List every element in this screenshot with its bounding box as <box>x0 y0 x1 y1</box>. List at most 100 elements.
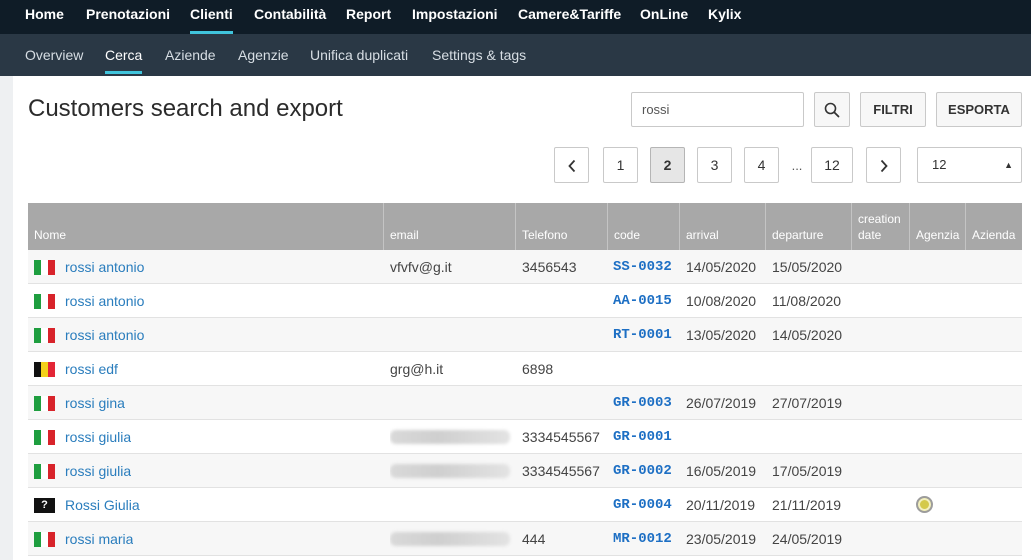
email-cell <box>390 386 515 419</box>
phone-cell: 3334545567 <box>522 429 600 445</box>
booking-code-link[interactable]: AA-0015 <box>613 284 672 317</box>
column-header-creation-date[interactable]: creation date <box>851 203 909 250</box>
chevron-left-icon <box>567 159 575 173</box>
email-cell: vfvfv@g.it <box>390 259 452 275</box>
departure-cell: 17/05/2019 <box>772 463 843 479</box>
column-header-agenzia[interactable]: Agenzia <box>909 203 965 250</box>
redacted-email <box>390 463 510 478</box>
agency-status-icon[interactable] <box>916 496 933 513</box>
italy-flag-icon <box>34 396 55 411</box>
page-button-4[interactable]: 4 <box>744 147 779 183</box>
italy-flag-icon <box>34 464 55 479</box>
redacted-email <box>390 429 510 444</box>
top-navigation: Home Prenotazioni Clienti Contabilità Report… <box>0 0 1031 34</box>
phone-cell: 3334545567 <box>522 463 600 479</box>
column-header-azienda[interactable]: Azienda <box>965 203 1022 250</box>
column-header-label: Azienda <box>972 228 1016 242</box>
phone-cell: 3456543 <box>522 259 577 275</box>
page-button-last[interactable]: 12 <box>811 147 853 183</box>
subnav-item-settings-tags[interactable]: Settings & tags <box>432 34 526 74</box>
next-page-button[interactable] <box>866 147 901 183</box>
table-row[interactable]: rossi maria 444 MR-0012 23/05/2019 24/05/201… <box>28 522 1022 556</box>
column-header-label: Telefono <box>522 228 568 242</box>
topnav-item-prenotazioni[interactable]: Prenotazioni <box>86 0 170 34</box>
booking-code-link[interactable]: GR-0004 <box>613 488 672 521</box>
table-row[interactable]: rossi antonio vfvfv@g.it 3456543 SS-0032 14/… <box>28 250 1022 284</box>
subnav-item-aziende[interactable]: Aziende <box>165 34 216 74</box>
table-row[interactable]: rossi edf grg@h.it 6898 <box>28 352 1022 386</box>
topnav-item-online[interactable]: OnLine <box>640 0 688 34</box>
page-button-2[interactable]: 2 <box>650 147 685 183</box>
column-header-label: Nome <box>34 228 67 242</box>
customer-name-link[interactable]: rossi maria <box>65 522 133 555</box>
prev-page-button[interactable] <box>554 147 589 183</box>
search-input[interactable] <box>631 92 804 127</box>
customer-name-link[interactable]: Rossi Giulia <box>65 488 140 521</box>
topnav-item-report[interactable]: Report <box>346 0 391 34</box>
search-icon <box>824 102 840 118</box>
column-header-arrival[interactable]: arrival <box>679 203 765 250</box>
arrival-cell: 10/08/2020 <box>686 293 757 309</box>
sort-caret-icon: ▲ <box>1004 160 1013 170</box>
column-header-telefono[interactable]: Telefono <box>515 203 607 250</box>
table-row[interactable]: rossi giulia 3334545567 GR-0001 <box>28 420 1022 454</box>
topnav-item-home[interactable]: Home <box>25 0 64 34</box>
booking-code-link[interactable]: GR-0001 <box>613 420 672 453</box>
left-gutter <box>0 76 13 560</box>
topnav-item-impostazioni[interactable]: Impostazioni <box>412 0 498 34</box>
table-header: Nome email Telefono code arrival departure cre… <box>28 203 1022 250</box>
subnav-item-agenzie[interactable]: Agenzie <box>238 34 289 74</box>
table-row[interactable]: ? Rossi Giulia GR-0004 20/11/2019 21/11/2019 <box>28 488 1022 522</box>
email-cell: grg@h.it <box>390 361 444 377</box>
column-header-email[interactable]: email <box>383 203 515 250</box>
page-button-3[interactable]: 3 <box>697 147 732 183</box>
per-page-select[interactable]: 12 ▲ <box>917 147 1022 183</box>
booking-code-link[interactable]: SS-0032 <box>613 250 672 283</box>
table-row[interactable]: rossi gina GR-0003 26/07/2019 27/07/2019 <box>28 386 1022 420</box>
booking-code-link[interactable]: GR-0002 <box>613 454 672 487</box>
customer-name-link[interactable]: rossi antonio <box>65 318 144 351</box>
filters-button[interactable]: FILTRI <box>860 92 926 127</box>
export-button[interactable]: ESPORTA <box>936 92 1022 127</box>
table-row[interactable]: rossi giulia 3334545567 GR-0002 16/05/2019 1… <box>28 454 1022 488</box>
page-button-1[interactable]: 1 <box>603 147 638 183</box>
booking-code-link[interactable]: RT-0001 <box>613 318 672 351</box>
topnav-item-kylix[interactable]: Kylix <box>708 0 741 34</box>
subnav-item-cerca[interactable]: Cerca <box>105 34 143 74</box>
customer-name-link[interactable]: rossi antonio <box>65 284 144 317</box>
customer-name-link[interactable]: rossi edf <box>65 352 118 385</box>
customer-name-link[interactable]: rossi antonio <box>65 250 144 283</box>
column-header-code[interactable]: code <box>607 203 679 250</box>
customer-name-link[interactable]: rossi gina <box>65 386 125 419</box>
departure-cell: 21/11/2019 <box>772 497 842 513</box>
column-header-departure[interactable]: departure <box>765 203 851 250</box>
email-cell <box>390 454 515 487</box>
topnav-item-contabilit-[interactable]: Contabilità <box>254 0 326 34</box>
email-cell <box>390 318 515 351</box>
search-button[interactable] <box>814 92 850 127</box>
belgium-flag-icon <box>34 362 55 377</box>
customer-name-link[interactable]: rossi giulia <box>65 454 131 487</box>
departure-cell: 15/05/2020 <box>772 259 843 275</box>
redacted-email <box>390 531 510 546</box>
italy-flag-icon <box>34 294 55 309</box>
pagination-ellipsis: ... <box>791 158 803 173</box>
topnav-item-clienti[interactable]: Clienti <box>190 0 233 34</box>
departure-cell: 11/08/2020 <box>772 293 842 309</box>
column-header-label: creation date <box>858 212 901 242</box>
customer-name-link[interactable]: rossi giulia <box>65 420 131 453</box>
subnav-item-overview[interactable]: Overview <box>25 34 83 74</box>
booking-code-link[interactable]: GR-0003 <box>613 386 672 419</box>
table-row[interactable]: rossi antonio RT-0001 13/05/2020 14/05/2020 <box>28 318 1022 352</box>
booking-code-link[interactable]: MR-0012 <box>613 522 672 555</box>
arrival-cell: 14/05/2020 <box>686 259 757 275</box>
departure-cell: 14/05/2020 <box>772 327 843 343</box>
email-cell <box>390 488 515 521</box>
table-row[interactable]: rossi antonio AA-0015 10/08/2020 11/08/2020 <box>28 284 1022 318</box>
unknown-flag-icon: ? <box>34 498 55 513</box>
topnav-item-camere-tariffe[interactable]: Camere&Tariffe <box>518 0 621 34</box>
column-header-nome[interactable]: Nome <box>28 203 383 250</box>
arrival-cell: 16/05/2019 <box>686 463 757 479</box>
subnav-item-unifica-duplicati[interactable]: Unifica duplicati <box>310 34 408 74</box>
phone-cell: 444 <box>522 531 546 547</box>
